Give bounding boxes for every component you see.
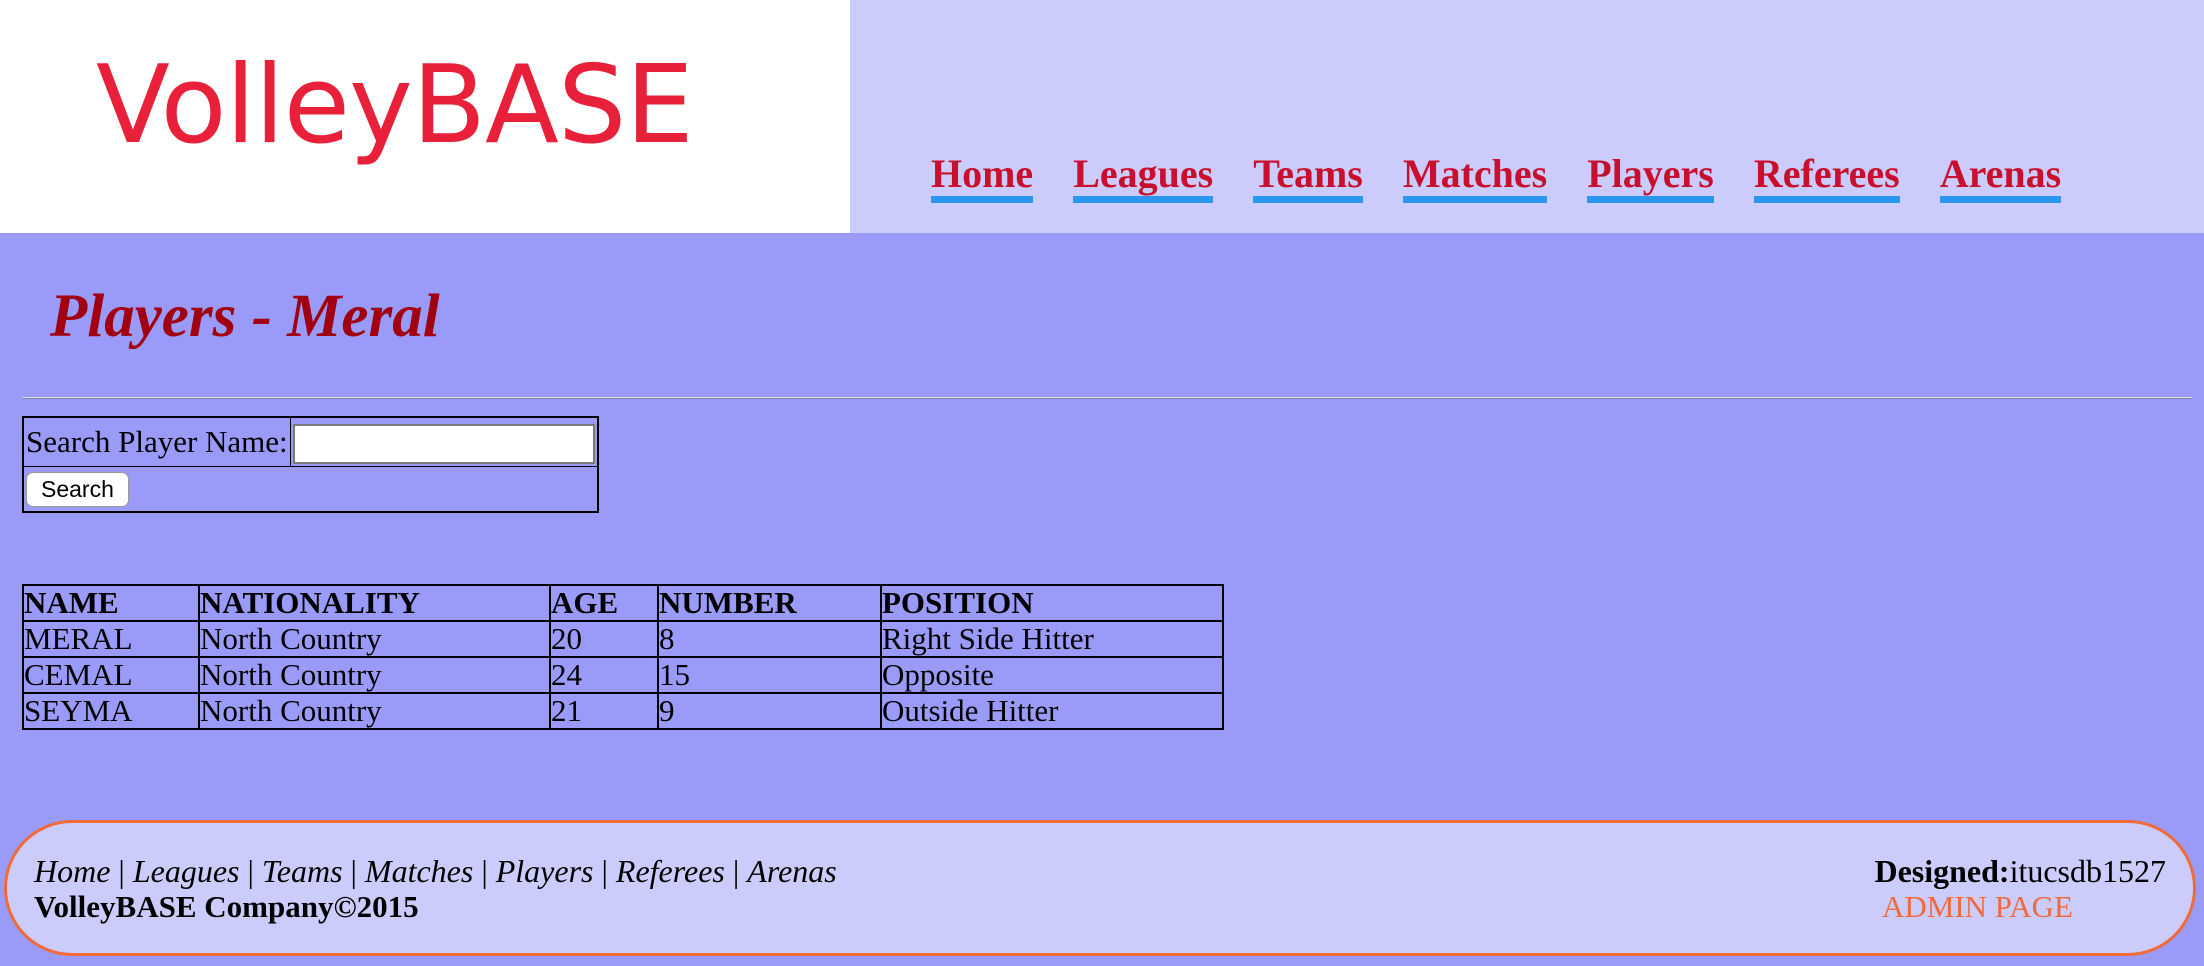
footer-link-players[interactable]: Players (496, 853, 594, 889)
player-name-cell: MERAL (22, 620, 200, 658)
player-position-cell: Opposite (880, 656, 1224, 694)
column-header-number: NUMBER (657, 584, 882, 622)
player-age-cell: 20 (549, 620, 659, 658)
nav-leagues-link[interactable]: Leagues (1073, 152, 1214, 203)
footer-nav: Home | Leagues | Teams | Matches | Players | Refer… (34, 853, 837, 890)
search-button-cell: Search (22, 465, 599, 512)
table-header-row: NAME NATIONALITY AGE NUMBER POSITION (22, 584, 1224, 622)
footer-separator: | (350, 853, 357, 889)
footer-separator: | (481, 853, 488, 889)
footer-link-referees[interactable]: Referees (616, 853, 725, 889)
nav-home-link[interactable]: Home (931, 152, 1034, 203)
designed-value: itucsdb1527 (2009, 853, 2166, 889)
search-label: Search Player Name: (22, 416, 291, 467)
page-title: Players - Meral (50, 283, 440, 350)
nav-players-link[interactable]: Players (1587, 152, 1714, 203)
footer-separator: | (732, 853, 740, 889)
search-player-input[interactable] (292, 423, 595, 464)
table-row: MERAL North Country 20 8 Right Side Hitt… (22, 620, 1224, 658)
player-name-cell: CEMAL (22, 656, 200, 694)
table-row: SEYMA North Country 21 9 Outside Hitter (22, 692, 1224, 730)
footer-link-home[interactable]: Home (34, 853, 110, 889)
site-header: VolleyBASE Home Leagues Teams Matches Pl… (0, 0, 2204, 233)
logo-container: VolleyBASE (0, 0, 850, 233)
player-number-cell: 9 (657, 692, 882, 730)
column-header-name: NAME (22, 584, 200, 622)
designed-by: Designed:itucsdb1527 (1874, 853, 2166, 890)
search-form: Search Player Name: Search (22, 416, 599, 513)
footer-link-arenas[interactable]: Arenas (747, 853, 836, 889)
column-header-nationality: NATIONALITY (198, 584, 551, 622)
footer-separator: | (601, 853, 608, 889)
player-nationality-cell: North Country (198, 620, 551, 658)
player-number-cell: 8 (657, 620, 882, 658)
divider (22, 397, 2192, 399)
player-age-cell: 21 (549, 692, 659, 730)
table-row: CEMAL North Country 24 15 Opposite (22, 656, 1224, 694)
copyright-text: VolleyBASE Company©2015 (34, 889, 419, 924)
site-footer: Home | Leagues | Teams | Matches | Players | Refer… (4, 820, 2196, 956)
player-position-cell: Outside Hitter (880, 692, 1224, 730)
player-nationality-cell: North Country (198, 692, 551, 730)
players-table: NAME NATIONALITY AGE NUMBER POSITION MER… (22, 584, 1224, 730)
nav-referees-link[interactable]: Referees (1753, 152, 1900, 203)
search-input-cell (289, 416, 599, 467)
nav-teams-link[interactable]: Teams (1253, 152, 1363, 203)
footer-link-teams[interactable]: Teams (262, 853, 343, 889)
column-header-position: POSITION (880, 584, 1224, 622)
nav-arenas-link[interactable]: Arenas (1939, 152, 2062, 203)
site-logo[interactable]: VolleyBASE (96, 52, 694, 160)
designed-label: Designed: (1874, 853, 2010, 889)
player-nationality-cell: North Country (198, 656, 551, 694)
footer-separator: | (118, 853, 125, 889)
main-nav: Home Leagues Teams Matches Players Refer… (931, 152, 2062, 203)
player-number-cell: 15 (657, 656, 882, 694)
player-age-cell: 24 (549, 656, 659, 694)
player-name-cell: SEYMA (22, 692, 200, 730)
footer-link-matches[interactable]: Matches (365, 853, 473, 889)
nav-matches-link[interactable]: Matches (1402, 152, 1548, 203)
footer-separator: | (247, 853, 254, 889)
search-button[interactable]: Search (26, 471, 129, 507)
player-position-cell: Right Side Hitter (880, 620, 1224, 658)
footer-link-leagues[interactable]: Leagues (133, 853, 240, 889)
column-header-age: AGE (549, 584, 659, 622)
admin-page-link[interactable]: ADMIN PAGE (1882, 889, 2073, 925)
